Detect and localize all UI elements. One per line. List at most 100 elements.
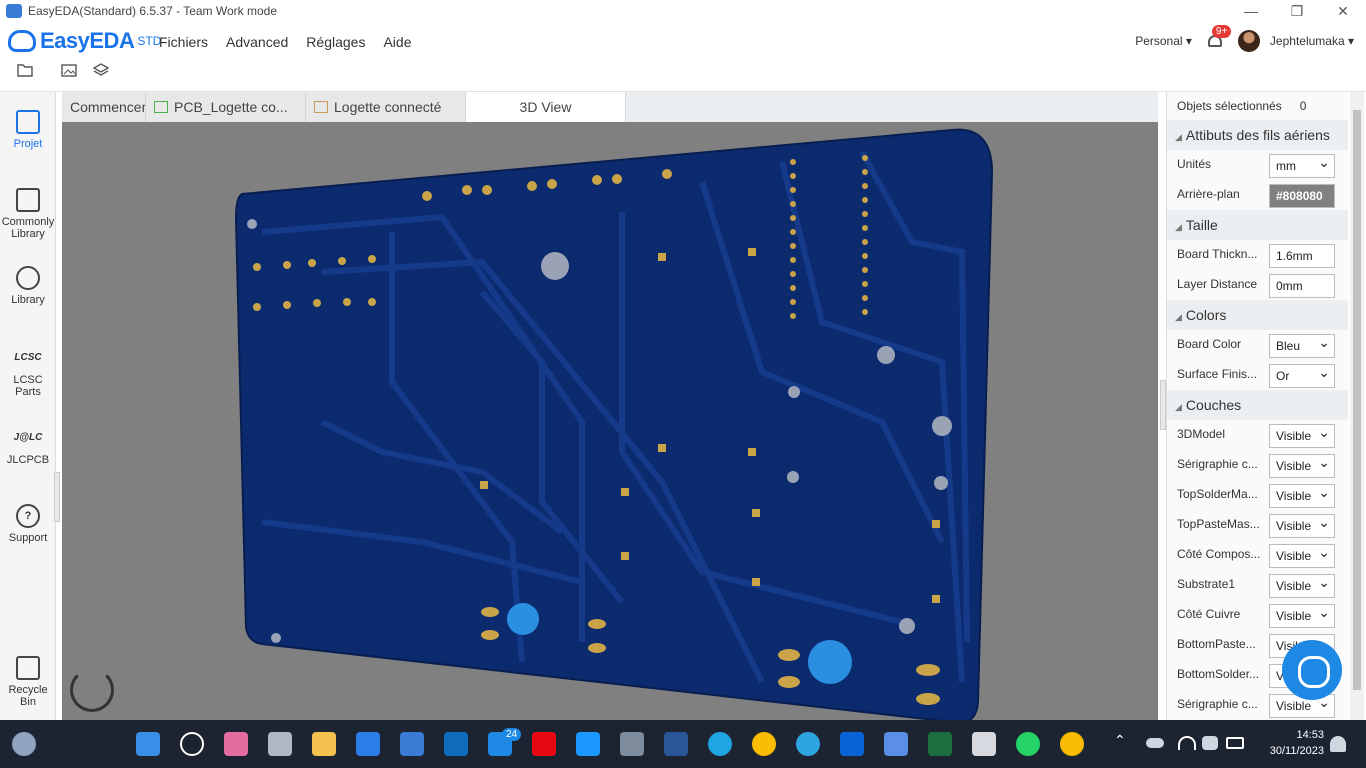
easyeda-taskbar-icon[interactable] [884,732,908,756]
layer-label: TopSolderMa... [1177,487,1258,501]
sidebar-item-recycle-bin[interactable]: Recycle Bin [0,656,56,708]
tab-pcb-logette[interactable]: PCB_Logette co... [146,92,306,122]
section-colors[interactable]: ◢ Colors [1167,300,1348,330]
clock-date[interactable]: 30/11/2023 [1250,745,1324,757]
layer-visibility-select[interactable]: Visible [1269,574,1335,598]
3d-viewport[interactable] [62,122,1158,720]
onedrive-icon[interactable] [840,732,864,756]
left-panel-collapse-handle[interactable] [54,472,60,522]
layer-label: Substrate1 [1177,577,1236,591]
section-title: Couches [1185,397,1242,413]
scrollbar-thumb[interactable] [1353,110,1361,690]
tab-label: Logette connecté [334,99,442,115]
sidebar-item-label: Commonly Library [1,216,55,240]
tab-commencer[interactable]: Commencer [62,92,146,122]
sidebar-item-lcsc-parts[interactable]: LCSC LCSC Parts [0,346,56,398]
sidebar-item-commonly-library[interactable]: Commonly Library [0,188,56,240]
avatar[interactable] [1237,30,1260,52]
reset-view-icon[interactable] [70,668,114,712]
telegram-icon[interactable] [796,732,820,756]
layer-visibility-select[interactable]: Visible [1269,484,1335,508]
notification-center-icon[interactable] [1330,736,1346,752]
board-thickness-input[interactable]: 1.6mm [1269,244,1335,268]
edge-icon[interactable] [708,732,732,756]
layer-label: BottomPaste... [1177,637,1256,651]
selected-objects-label: Objets sélectionnés [1177,99,1282,113]
section-fils-aeriens[interactable]: ◢ Attibuts des fils aériens [1167,120,1348,150]
pcb-3d-render[interactable] [62,122,1158,720]
user-menu[interactable]: Jephtelumaka ▾ [1270,34,1354,48]
weather-widget-icon[interactable] [12,732,36,756]
sidebar-item-support[interactable]: ? Support [0,504,56,544]
search-icon[interactable] [180,732,204,756]
mail-icon[interactable] [400,732,424,756]
prime-video-icon[interactable] [576,732,600,756]
chrome-icon[interactable] [1060,732,1084,756]
snipping-tool-icon[interactable] [972,732,996,756]
layer-visibility-select[interactable]: Visible [1269,454,1335,478]
open-folder-icon[interactable] [16,62,34,78]
surface-finish-select[interactable]: Or [1269,364,1335,388]
username: Jephtelumaka [1269,34,1345,48]
section-couches[interactable]: ◢ Couches [1167,390,1348,420]
layer-visibility-select[interactable]: Visible [1269,424,1335,448]
sidebar-item-jlcpcb[interactable]: J@LC JLCPCB [0,426,56,466]
excel-icon[interactable] [928,732,952,756]
remote-desktop-icon[interactable] [620,732,644,756]
tab-label: PCB_Logette co... [174,99,288,115]
workspace-label: Personal [1135,34,1183,48]
menu-reglages[interactable]: Réglages [306,34,365,50]
sidebar-item-projet[interactable]: Projet [0,110,56,150]
chat-support-button[interactable] [1282,640,1342,700]
layer-label: BottomSolder... [1177,667,1260,681]
clock-time[interactable]: 14:53 [1250,729,1324,741]
menu-fichiers[interactable]: Fichiers [159,34,208,50]
wifi-icon[interactable] [1178,736,1196,750]
background-color-field[interactable]: #808080 [1269,184,1335,208]
layer-visibility-select[interactable]: Visible [1269,544,1335,568]
layer-distance-input[interactable]: 0mm [1269,274,1335,298]
volume-icon[interactable] [1202,736,1218,750]
close-button[interactable]: ✕ [1320,0,1366,22]
sidebar-item-library[interactable]: Library [0,266,56,306]
outlook-icon[interactable] [444,732,468,756]
chrome-icon[interactable] [752,732,776,756]
layer-visibility-select[interactable]: Visible [1269,514,1335,538]
section-taille[interactable]: ◢ Taille [1167,210,1348,240]
layer-row: TopSolderMa... Visible [1167,480,1348,510]
board-color-select[interactable]: Bleu [1269,334,1335,358]
panel-scrollbar[interactable] [1350,92,1364,720]
layer-row: TopPasteMas... Visible [1167,510,1348,540]
task-view-icon[interactable] [268,732,292,756]
tab-logette-connecte[interactable]: Logette connecté [306,92,466,122]
restore-button[interactable]: ❐ [1274,0,1320,22]
tray-overflow-icon[interactable]: ⌃ [1114,732,1130,756]
menu-advanced[interactable]: Advanced [226,34,288,50]
tab-3d-view[interactable]: 3D View [466,92,626,122]
layer-label: Sérigraphie c... [1177,457,1258,471]
menu-aide[interactable]: Aide [383,34,411,50]
collapse-triangle-icon: ◢ [1175,132,1182,142]
layers-icon[interactable] [92,62,110,78]
minimize-button[interactable]: — [1228,0,1274,22]
notifications-button[interactable]: 9+ [1206,25,1232,51]
file-explorer-icon[interactable] [312,732,336,756]
brand-edition: STD [137,34,162,48]
start-menu-icon[interactable] [136,732,160,756]
word-icon[interactable] [664,732,688,756]
image-folder-icon[interactable] [60,62,78,78]
whatsapp-icon[interactable] [1016,732,1040,756]
units-select[interactable]: mm [1269,154,1335,178]
properties-panel: Objets sélectionnés 0 ◢ Attibuts des fils… [1166,92,1348,720]
copilot-icon[interactable] [224,732,248,756]
cloud-tray-icon[interactable] [1146,738,1164,748]
battery-icon[interactable] [1226,737,1244,749]
workspace-dropdown[interactable]: Personal ▾ [1135,34,1192,48]
layer-visibility-select[interactable]: Visible [1269,604,1335,628]
easyeda-logo[interactable]: EasyEDA STD [8,28,161,54]
chip-icon [16,188,40,212]
microsoft-store-icon[interactable] [356,732,380,756]
folder-icon [16,110,40,134]
netflix-icon[interactable] [532,732,556,756]
window-title: EasyEDA(Standard) 6.5.37 - Team Work mod… [28,4,277,18]
